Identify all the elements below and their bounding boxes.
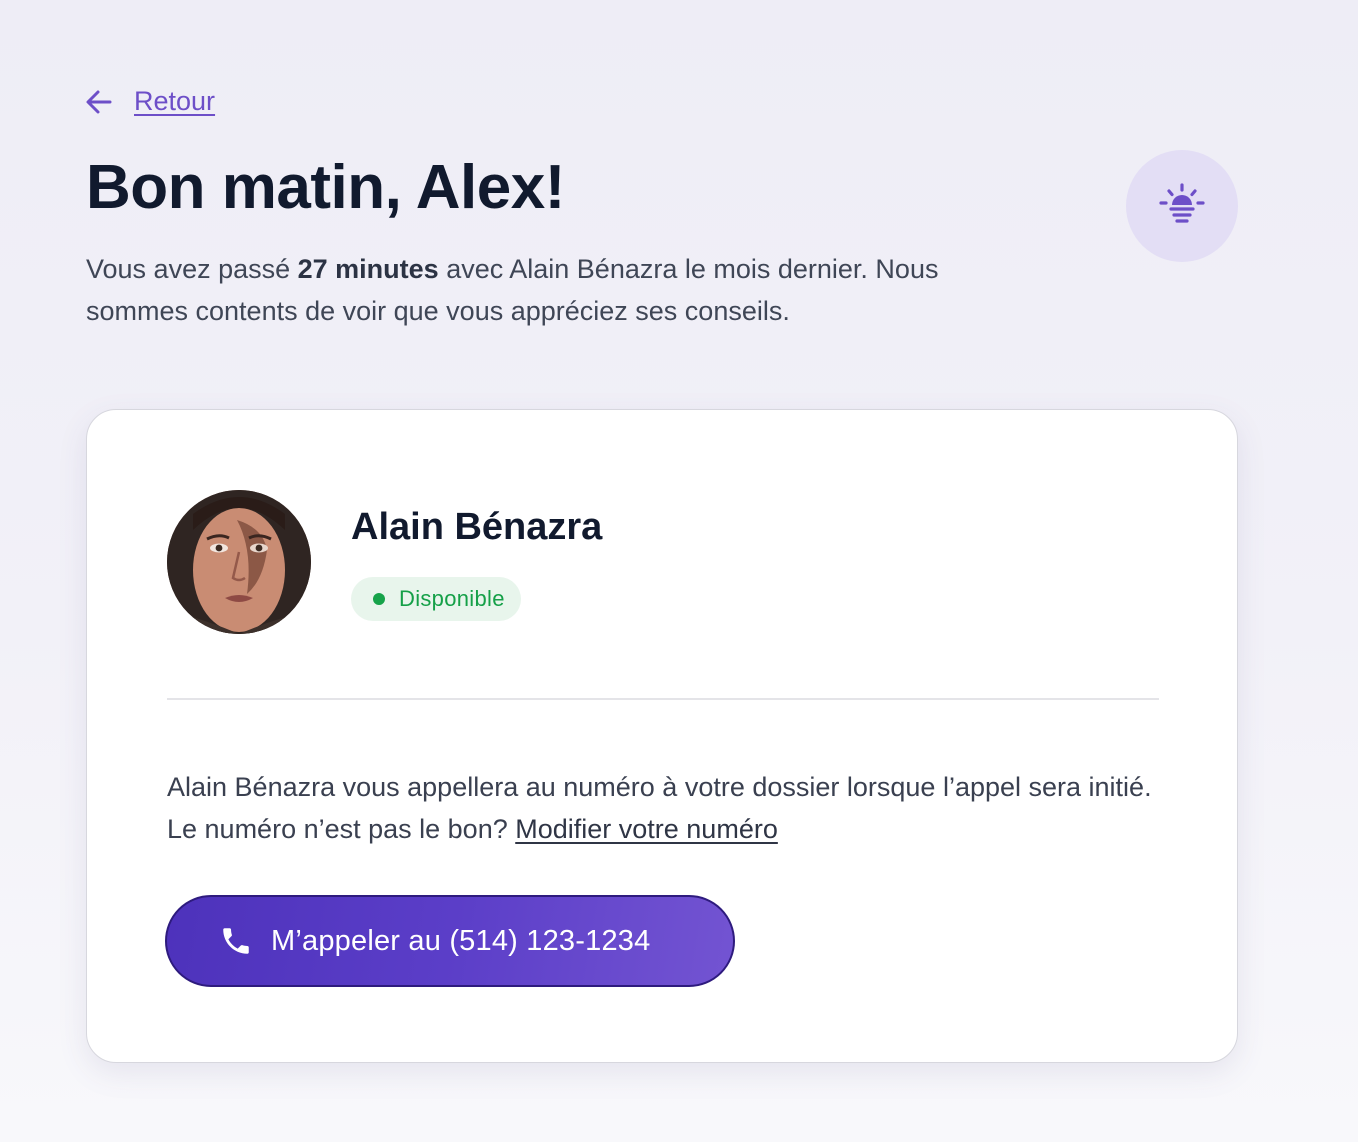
back-link-label[interactable]: Retour [134,86,215,117]
advisor-photo [167,490,311,634]
arrow-left-icon [86,90,112,113]
call-me-button[interactable]: M’appeler au (514) 123-1234 [165,895,735,987]
intro-duration: 27 minutes [297,254,439,284]
back-link[interactable]: Retour [84,86,215,117]
sunrise-badge [1126,150,1238,262]
call-description: Alain Bénazra vous appellera au numéro à… [167,766,1167,850]
advisor-card: Alain Bénazra Disponible Alain Bénazra v… [86,409,1238,1063]
intro-text: Vous avez passé 27 minutes avec Alain Bé… [86,248,1026,332]
status-dot-icon [373,593,385,605]
status-badge: Disponible [351,577,521,621]
advisor-name: Alain Bénazra [351,506,603,548]
phone-icon [223,928,249,954]
intro-text-start: Vous avez passé [86,254,298,284]
divider [167,698,1159,700]
sunrise-icon [1159,183,1205,223]
avatar [167,490,311,634]
edit-number-link[interactable]: Modifier votre numéro [515,814,778,844]
call-me-button-label: M’appeler au (514) 123-1234 [271,924,651,957]
status-label: Disponible [399,586,505,611]
page-title: Bon matin, Alex! [86,153,565,222]
